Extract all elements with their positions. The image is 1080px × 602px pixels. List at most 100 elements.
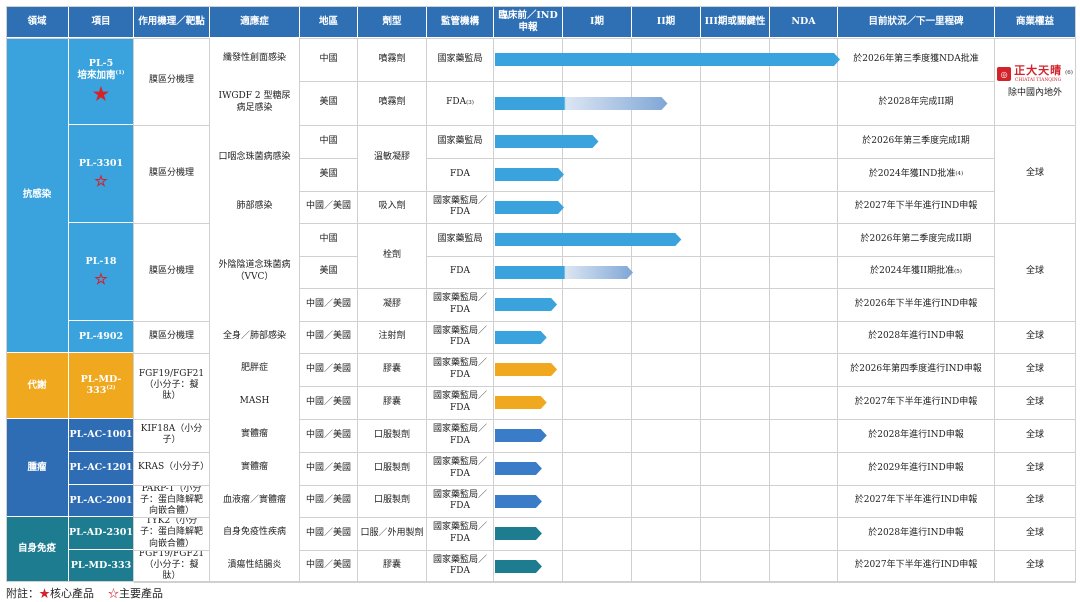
grid-line xyxy=(6,38,210,39)
phase-bar-shape xyxy=(495,363,558,376)
rights-0: ◎ 正大天晴 CHIATAI TIANQING (6) 除中國內地外 xyxy=(995,39,1075,124)
indication-10: 血液瘤／實體瘤 xyxy=(210,485,299,516)
grid-line xyxy=(1075,38,1076,582)
status-7: 於2026年下半年進行IND申報 xyxy=(838,289,994,320)
regulator-label: 國家藥監局 xyxy=(437,135,483,146)
indication-1: IWGDF 2 型糖尿病足感染 xyxy=(210,81,299,124)
form-4: 栓劑 xyxy=(358,224,426,287)
phase-bar-6 xyxy=(495,265,633,279)
indication-8: 實體瘤 xyxy=(210,419,299,451)
indication-4: 外陰陰道念珠菌病（VVC） xyxy=(210,223,299,320)
indication-11: 自身免疫性疾病 xyxy=(210,517,299,549)
grid-line xyxy=(134,321,210,322)
region-11: 中國／美國 xyxy=(300,420,357,451)
status-1: 於2028年完成II期 xyxy=(838,82,994,124)
region-5: 中國 xyxy=(300,224,357,255)
project-name: PL-AC-1001 xyxy=(69,429,133,441)
mechanism-2: 膜區分機理 xyxy=(134,223,209,320)
status-4: 於2027年下半年進行IND申報 xyxy=(838,192,994,222)
project-6: PL-AC-1201 xyxy=(69,452,133,484)
phase-bar-shape xyxy=(495,527,542,540)
main-star-icon: ☆ xyxy=(108,587,119,600)
area-3: 自身免疫 xyxy=(6,517,68,581)
project-note: (2) xyxy=(106,385,116,392)
regulator-label: 國家藥監局／FDA xyxy=(432,325,487,347)
form-2: 溫敏凝膠 xyxy=(358,126,426,190)
status-label: 於2028年進行IND申報 xyxy=(868,331,964,342)
indication-5: 全身／肺部感染 xyxy=(210,321,299,352)
indication-2: 口咽念珠菌病感染 xyxy=(210,125,299,190)
regulator-label: FDA xyxy=(446,97,467,108)
region-12: 中國／美國 xyxy=(300,453,357,484)
header-12: 目前狀況／下一里程碑 xyxy=(838,6,994,37)
rights-3: 全球 xyxy=(995,322,1075,352)
phase-bar-shape xyxy=(495,559,542,573)
status-label: 於2028年進行IND申報 xyxy=(868,527,964,538)
regulator-15: 國家藥監局／FDA xyxy=(427,551,493,581)
status-note: (5) xyxy=(954,268,962,275)
header-11: NDA xyxy=(770,6,837,37)
phase-bar-9 xyxy=(495,363,558,376)
form-1: 噴霧劑 xyxy=(358,82,426,124)
region-6: 美國 xyxy=(300,257,357,287)
rights-label: 除中國內地外 xyxy=(1007,87,1062,98)
form-11: 口服製劑 xyxy=(358,486,426,516)
status-label: 於2026年第四季度進行IND申報 xyxy=(850,363,982,374)
footnote-main: 主要產品 xyxy=(119,587,163,600)
status-label: 於2024年獲II期批准 xyxy=(870,266,955,277)
phase-bar-13 xyxy=(495,494,542,508)
mechanism-7: PARP-1（小分子：蛋白降解靶向嵌合體） xyxy=(134,485,209,516)
region-0: 中國 xyxy=(300,39,357,80)
header-9: II期 xyxy=(632,6,700,37)
mechanism-6: KRAS（小分子） xyxy=(134,452,209,484)
regulator-2: 國家藥監局 xyxy=(427,126,493,157)
grid-line xyxy=(134,223,210,224)
mechanism-1: 膜區分機理 xyxy=(134,125,209,222)
status-13: 於2027年下半年進行IND申報 xyxy=(838,486,994,516)
status-label: 於2026年第三季度完成I期 xyxy=(862,135,970,146)
rights-7: 全球 xyxy=(995,453,1075,484)
status-15: 於2027年下半年進行IND申報 xyxy=(838,551,994,581)
regulator-label: 國家藥監局／FDA xyxy=(432,358,487,380)
header-1: 項目 xyxy=(69,6,133,37)
phase-bar-8 xyxy=(495,330,547,344)
phase-bar-shape xyxy=(495,233,682,246)
grid-line xyxy=(134,582,210,583)
form-6: 注射劑 xyxy=(358,322,426,352)
regulator-label: 國家藥監局 xyxy=(437,53,483,64)
grid-line xyxy=(210,582,300,583)
region-14: 中國／美國 xyxy=(300,518,357,549)
regulator-label: 國家藥監局／FDA xyxy=(432,424,487,446)
form-0: 噴霧劑 xyxy=(358,39,426,80)
partner-logo-note: (6) xyxy=(1065,70,1073,77)
phase-bar-4 xyxy=(495,200,564,214)
project-7: PL-AC-2001 xyxy=(69,485,133,516)
header-10: III期或關鍵性 xyxy=(701,6,769,37)
phase-bar-shape xyxy=(495,168,564,181)
mechanism-3: 膜區分機理 xyxy=(134,321,209,352)
status-label: 於2029年進行IND申報 xyxy=(868,462,964,473)
regulator-6: FDA xyxy=(427,257,493,287)
footnote: 附註：★核心產品 ☆主要產品 xyxy=(6,585,163,601)
status-10: 於2027年下半年進行IND申報 xyxy=(838,387,994,418)
header-0: 領域 xyxy=(6,6,68,37)
indication-6: 肥胖症 xyxy=(210,353,299,385)
partner-logo-text: 正大天晴 CHIATAI TIANQING xyxy=(1014,63,1063,84)
header-4: 地區 xyxy=(300,6,357,37)
footnote-core: 核心產品 xyxy=(50,587,94,600)
grid-line xyxy=(134,485,210,486)
status-0: 於2026年第三季度獲NDA批准 xyxy=(838,39,994,80)
project-name: PL-3301 xyxy=(78,158,124,170)
project-note: (1) xyxy=(115,69,125,76)
project-sub: 培來加南(1) xyxy=(77,69,125,82)
rights-8: 全球 xyxy=(995,486,1075,516)
regulator-14: 國家藥監局／FDA xyxy=(427,518,493,549)
regulator-9: 國家藥監局／FDA xyxy=(427,354,493,385)
project-name: PL-MD-333 xyxy=(70,559,132,571)
regulator-13: 國家藥監局／FDA xyxy=(427,486,493,516)
phase-bar-1 xyxy=(495,96,668,110)
grid-line xyxy=(631,38,632,582)
rights-5: 全球 xyxy=(995,387,1075,418)
mechanism-8: TYK2（小分子：蛋白降解靶向嵌合體） xyxy=(134,517,209,549)
status-14: 於2028年進行IND申報 xyxy=(838,518,994,549)
